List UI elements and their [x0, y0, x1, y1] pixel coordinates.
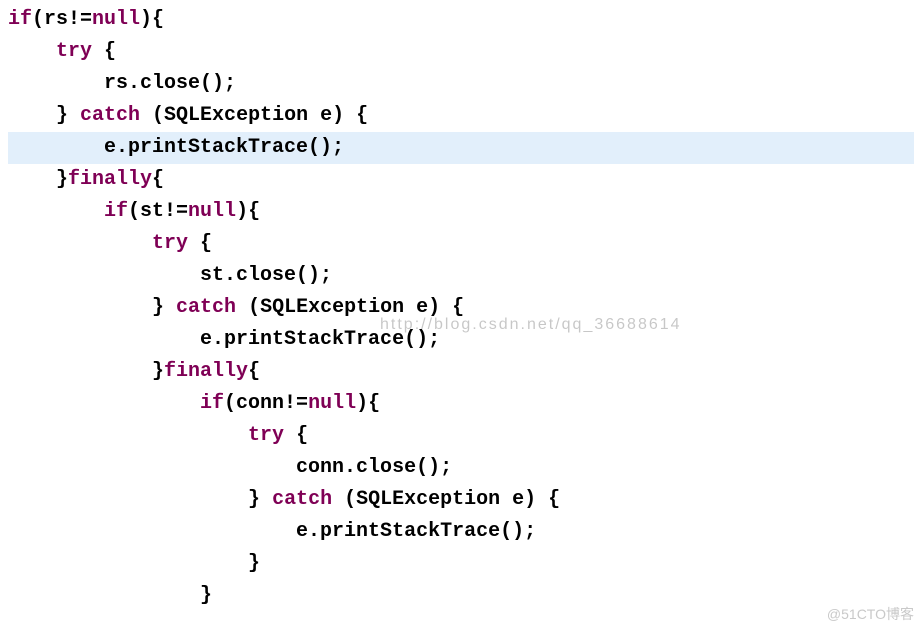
watermark-text: http://blog.csdn.net/qq_36688614 [380, 312, 682, 338]
code-line: conn.close(); [8, 452, 914, 484]
text-token: ){ [140, 8, 164, 31]
text-token: } [200, 584, 212, 607]
text-token: (rs!= [32, 8, 92, 31]
text-token: { [92, 40, 116, 63]
code-line: if(rs!=null){ [8, 4, 914, 36]
keyword-token: finally [164, 360, 248, 383]
text-token: } [248, 488, 272, 511]
text-token: (conn!= [224, 392, 308, 415]
code-line: rs.close(); [8, 68, 914, 100]
code-line: }finally{ [8, 356, 914, 388]
keyword-token: try [248, 424, 284, 447]
text-token: } [248, 552, 260, 575]
text-token: } [56, 104, 80, 127]
source-attribution: @51CTO博客 [827, 603, 914, 625]
code-line: } catch (SQLException e) { [8, 100, 914, 132]
text-token: e.printStackTrace(); [104, 136, 344, 159]
code-line: } [8, 548, 914, 580]
text-token: (st!= [128, 200, 188, 223]
text-token: { [152, 168, 164, 191]
text-token: e.printStackTrace(); [296, 520, 536, 543]
keyword-token: if [8, 8, 32, 31]
text-token: { [284, 424, 308, 447]
code-block: if(rs!=null){ try { rs.close(); } catch … [0, 0, 922, 616]
text-token: conn.close(); [296, 456, 452, 479]
keyword-token: if [104, 200, 128, 223]
code-line: if(st!=null){ [8, 196, 914, 228]
keyword-token: catch [272, 488, 332, 511]
code-line: st.close(); [8, 260, 914, 292]
code-line: } [8, 580, 914, 612]
code-line: e.printStackTrace(); [8, 132, 914, 164]
text-token: } [56, 168, 68, 191]
code-line: try { [8, 36, 914, 68]
text-token: { [188, 232, 212, 255]
code-line: try { [8, 420, 914, 452]
text-token: } [152, 360, 164, 383]
text-token: rs.close(); [104, 72, 236, 95]
keyword-token: null [92, 8, 140, 31]
code-line: }finally{ [8, 164, 914, 196]
text-token: ){ [236, 200, 260, 223]
keyword-token: finally [68, 168, 152, 191]
text-token: (SQLException e) { [332, 488, 560, 511]
text-token: st.close(); [200, 264, 332, 287]
code-line: } catch (SQLException e) { [8, 484, 914, 516]
keyword-token: catch [176, 296, 236, 319]
code-line: try { [8, 228, 914, 260]
keyword-token: catch [80, 104, 140, 127]
code-line: if(conn!=null){ [8, 388, 914, 420]
keyword-token: null [308, 392, 356, 415]
text-token: (SQLException e) { [140, 104, 368, 127]
text-token: { [248, 360, 260, 383]
text-token: ){ [356, 392, 380, 415]
keyword-token: try [152, 232, 188, 255]
text-token: } [152, 296, 176, 319]
code-line: e.printStackTrace(); [8, 516, 914, 548]
keyword-token: null [188, 200, 236, 223]
keyword-token: if [200, 392, 224, 415]
keyword-token: try [56, 40, 92, 63]
